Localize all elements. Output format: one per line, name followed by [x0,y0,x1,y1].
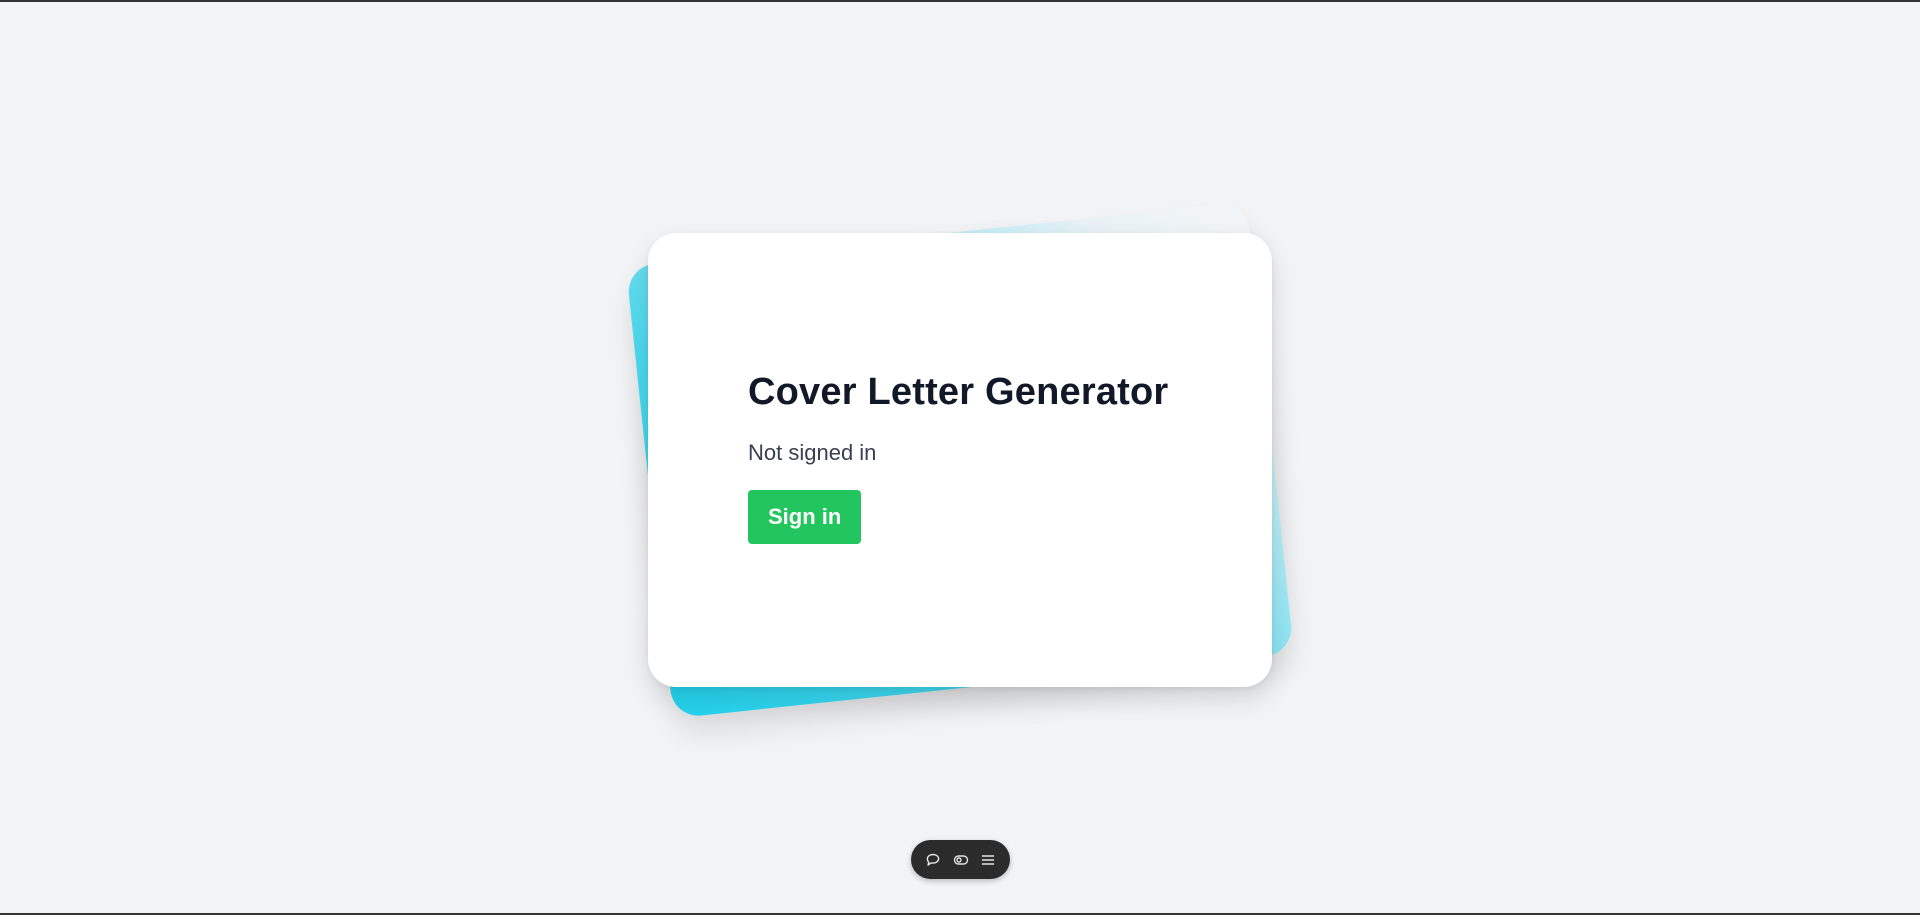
chat-button[interactable] [921,848,945,872]
eye-toggle-icon [953,854,968,865]
menu-button[interactable] [976,848,1000,872]
page-title: Cover Letter Generator [748,371,1169,413]
sign-in-card-stack: Cover Letter Generator Not signed in Sig… [625,201,1295,719]
page-background: Cover Letter Generator Not signed in Sig… [0,0,1920,915]
floating-toolbar [911,840,1010,879]
menu-icon [982,854,995,865]
visibility-toggle-button[interactable] [949,848,973,872]
chat-bubble-icon [926,853,940,866]
card-content: Cover Letter Generator Not signed in Sig… [748,371,1168,544]
auth-status-text: Not signed in [748,440,877,465]
sign-in-button[interactable]: Sign in [748,490,862,544]
sign-in-card: Cover Letter Generator Not signed in Sig… [648,233,1272,687]
